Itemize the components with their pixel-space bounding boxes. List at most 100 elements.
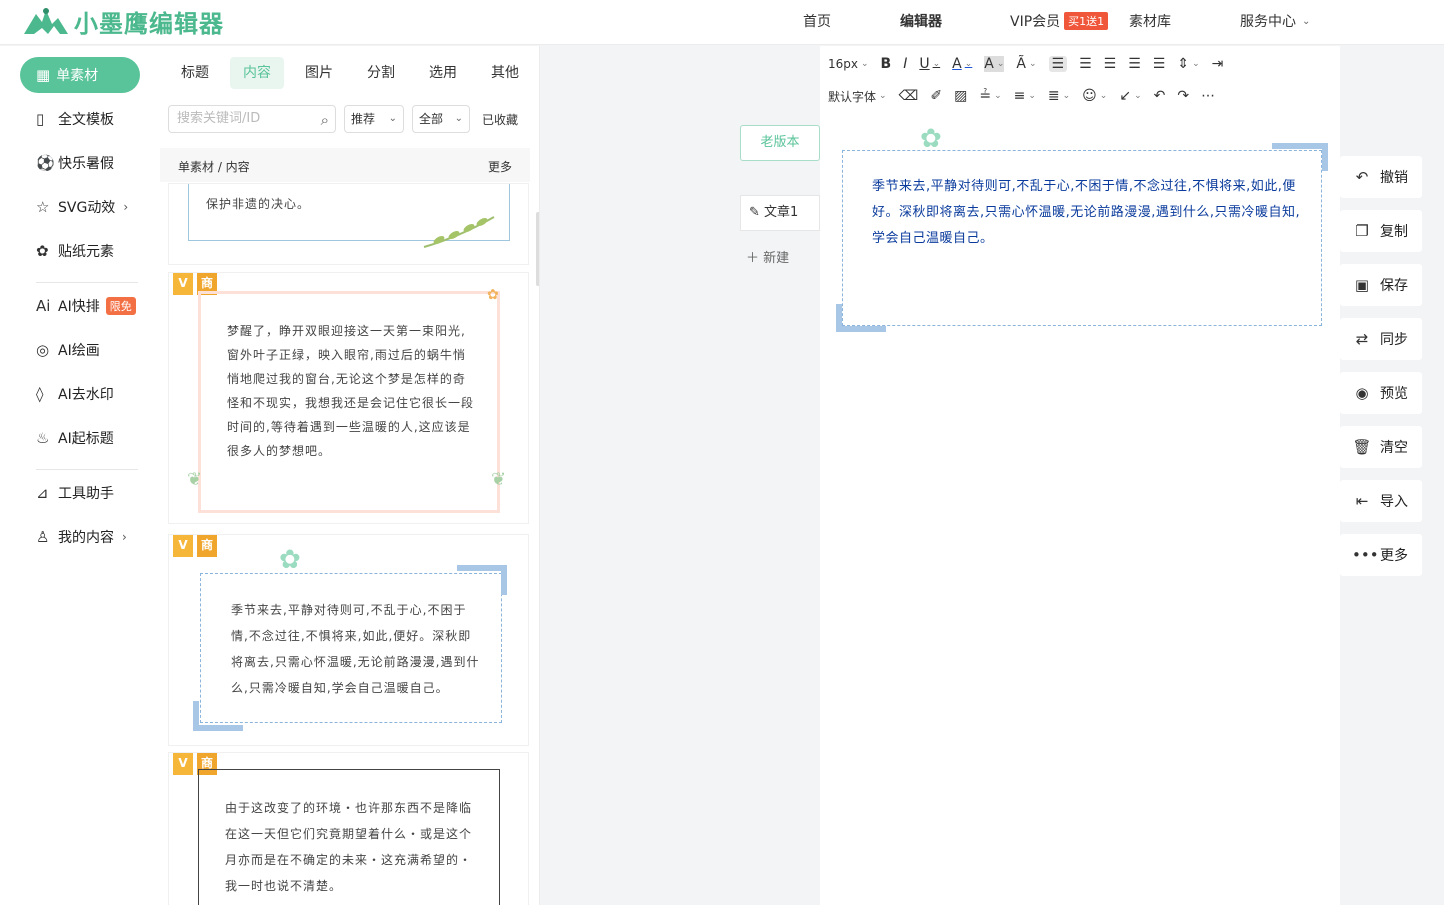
divider-icon[interactable]: ≟ ⌄ xyxy=(979,88,1001,104)
eraser-icon[interactable]: ⌫ xyxy=(899,88,919,104)
editor-text[interactable]: 季节来去,平静对待则可,不乱于心,不困于情,不念过往,不惧将来,如此,便好。深秋… xyxy=(872,174,1302,252)
tab-other[interactable]: 其他 xyxy=(478,57,532,89)
new-document-button[interactable]: ＋ 新建 xyxy=(740,241,820,277)
font-family-select[interactable]: 默认字体 ⌄ xyxy=(828,88,887,105)
sidebar-item-ai-title[interactable]: ♨ AI起标题 xyxy=(36,426,114,450)
align-left-icon[interactable]: ☰ xyxy=(1048,56,1068,72)
toolbar-row-2: 默认字体 ⌄ ⌫ ✐ ▨ ≟ ⌄ ≡ ⌄ ≣ ⌄ ☺ ⌄ ↙ ⌄ ↶ ↷ ⋯ xyxy=(820,81,1340,111)
brand-logo[interactable]: 小墨鹰编辑器 xyxy=(22,3,224,39)
sidebar-item-ai-draw[interactable]: ◎ AI绘画 xyxy=(36,338,100,362)
nav-service-center[interactable]: 服务中心 ⌄ xyxy=(1240,0,1310,42)
flower-icon: ✿ xyxy=(487,287,499,303)
more-link[interactable]: 更多 xyxy=(488,158,512,175)
nav-editor[interactable]: 编辑器 xyxy=(900,0,942,42)
search-input[interactable]: 搜索关键词/ID ⌕ xyxy=(168,105,336,133)
import-button[interactable]: ⇤ 导入 xyxy=(1340,480,1422,522)
fire-icon: ♨ xyxy=(36,429,50,447)
vip-promo-badge: 买1送1 xyxy=(1064,12,1109,30)
clear-button[interactable]: 🗑 清空 xyxy=(1340,426,1422,468)
card-text: 梦醒了，睁开双眼迎接这一天第一束阳光,窗外叶子正绿，映入眼帘,雨过后的蜗牛悄悄地… xyxy=(227,324,475,458)
tab-selected[interactable]: 选用 xyxy=(416,57,470,89)
italic-icon[interactable]: I xyxy=(903,56,907,72)
material-card[interactable]: V 商 梦醒了，睁开双眼迎接这一天第一束阳光,窗外叶子正绿，映入眼帘,雨过后的蜗… xyxy=(168,272,529,524)
sidebar-item-tools[interactable]: ⊿ 工具助手 xyxy=(36,481,114,505)
sidebar-item-label: AI绘画 xyxy=(58,343,100,359)
scope-select-value: 全部 xyxy=(419,112,444,126)
paragraph-icon[interactable]: ≡ ⌄ xyxy=(1014,88,1036,104)
material-card[interactable]: V 商 ✿ 季节来去,平静对待则可,不乱于心,不困于情,不念过往,不惧将来,如此… xyxy=(168,534,529,746)
old-version-button[interactable]: 老版本 xyxy=(740,125,820,161)
sidebar-item-summer[interactable]: ⚽ 快乐暑假 xyxy=(36,151,114,175)
highlight-icon[interactable]: A ⌄ xyxy=(984,56,1005,72)
undo-icon[interactable]: ↶ xyxy=(1154,88,1166,104)
preview-label: 预览 xyxy=(1380,386,1408,402)
tab-content[interactable]: 内容 xyxy=(230,57,284,89)
recommend-select[interactable]: 推荐 ⌄ xyxy=(344,105,404,133)
nav-vip-label: VIP会员 xyxy=(1010,14,1061,30)
more-button[interactable]: ••• 更多 xyxy=(1340,534,1422,576)
sidebar-item-label: 快乐暑假 xyxy=(58,156,114,172)
sidebar-item-stickers[interactable]: ✿ 贴纸元素 xyxy=(36,239,114,263)
align-justify-icon[interactable]: ☰ xyxy=(1128,56,1141,72)
scope-select[interactable]: 全部 ⌄ xyxy=(412,105,470,133)
line-height-icon[interactable]: ⇕ ⌄ xyxy=(1177,56,1199,72)
sidebar-divider xyxy=(36,469,138,470)
material-card[interactable]: V 商 由于这改变了的环境・也许那东西不是降临在这一天但它们究竟期望着什么・或是… xyxy=(168,752,529,905)
underline-icon[interactable]: U ⌄ xyxy=(919,56,940,72)
favorites-link[interactable]: 已收藏 xyxy=(482,111,518,128)
corner-decoration xyxy=(1272,143,1328,171)
indent-icon[interactable]: ☰ xyxy=(1153,56,1166,72)
insert-icon[interactable]: ⇥ xyxy=(1212,56,1224,72)
copy-button[interactable]: ❐ 复制 xyxy=(1340,210,1422,252)
sync-button[interactable]: ⇄ 同步 xyxy=(1340,318,1422,360)
preview-button[interactable]: ◉ 预览 xyxy=(1340,372,1422,414)
link-icon[interactable]: ↙ ⌄ xyxy=(1119,88,1141,104)
align-center-icon[interactable]: ☰ xyxy=(1079,56,1092,72)
undo-label: 撤销 xyxy=(1380,170,1408,186)
material-card[interactable]: 保护非遗的决心。 xyxy=(168,183,529,265)
star-icon: ☆ xyxy=(36,198,50,216)
nav-home[interactable]: 首页 xyxy=(803,0,831,42)
nav-library[interactable]: 素材库 xyxy=(1129,0,1171,42)
scrollbar[interactable] xyxy=(536,212,539,286)
redo-icon[interactable]: ↷ xyxy=(1177,88,1189,104)
chevron-down-icon: ⌄ xyxy=(388,113,397,124)
sidebar-item-ai-layout[interactable]: Ai AI快排 限免 xyxy=(36,294,136,318)
search-icon[interactable]: ⌕ xyxy=(321,107,329,133)
material-panel: 标题 内容 图片 分割 选用 其他 搜索关键词/ID ⌕ 推荐 ⌄ 全部 ⌄ 已… xyxy=(160,46,540,905)
tab-image[interactable]: 图片 xyxy=(292,57,346,89)
sidebar-item-single-material[interactable]: ▦ 单素材 xyxy=(20,57,140,93)
leaf-branch-icon xyxy=(423,216,495,248)
tab-divider[interactable]: 分割 xyxy=(354,57,408,89)
format-brush-icon[interactable]: ✐ xyxy=(930,88,942,104)
recommend-select-value: 推荐 xyxy=(351,112,376,126)
card-text: 由于这改变了的环境・也许那东西不是降临在这一天但它们究竟期望着什么・或是这个月亦… xyxy=(225,801,473,893)
soccer-ball-icon: ⚽ xyxy=(36,154,55,172)
list-icon[interactable]: ≣ ⌄ xyxy=(1048,88,1070,104)
sidebar-item-templates[interactable]: ▯ 全文模板 xyxy=(36,107,114,131)
user-icon: ♙ xyxy=(36,528,50,546)
undo-button[interactable]: ↶ 撤销 xyxy=(1340,156,1422,198)
document-tab[interactable]: ✎ 文章1 xyxy=(740,195,820,231)
sidebar-item-ai-watermark[interactable]: ◊ AI去水印 xyxy=(36,382,114,406)
vip-badge: V xyxy=(173,753,193,775)
editor-canvas[interactable]: 16px ⌄ B I U ⌄ A ⌄ A ⌄ Ã ⌄ ☰ ☰ ☰ ☰ ☰ ⇕ ⌄ ⇥ 默认字… xyxy=(820,46,1340,905)
corner-decoration xyxy=(193,701,243,731)
sidebar-item-label: 贴纸元素 xyxy=(58,244,114,260)
align-right-icon[interactable]: ☰ xyxy=(1104,56,1117,72)
font-size-select[interactable]: 16px ⌄ xyxy=(828,57,869,71)
bold-icon[interactable]: B xyxy=(881,56,892,72)
sidebar-item-label: AI去水印 xyxy=(58,387,114,403)
text-effect-icon[interactable]: Ã ⌄ xyxy=(1016,56,1036,72)
sidebar-item-my-content[interactable]: ♙ 我的内容 › xyxy=(36,525,127,549)
sidebar-item-svg[interactable]: ☆ SVG动效 › xyxy=(36,195,128,219)
tab-title[interactable]: 标题 xyxy=(168,57,222,89)
more-icon: ••• xyxy=(1352,546,1379,564)
save-icon: ▣ xyxy=(1354,276,1370,294)
image-icon[interactable]: ▨ xyxy=(954,88,967,104)
more-icon[interactable]: ⋯ xyxy=(1201,88,1215,104)
save-button[interactable]: ▣ 保存 xyxy=(1340,264,1422,306)
nav-vip[interactable]: VIP会员 买1送1 xyxy=(1010,0,1109,42)
font-color-icon[interactable]: A ⌄ xyxy=(952,56,972,72)
emoji-icon[interactable]: ☺ ⌄ xyxy=(1082,88,1107,104)
